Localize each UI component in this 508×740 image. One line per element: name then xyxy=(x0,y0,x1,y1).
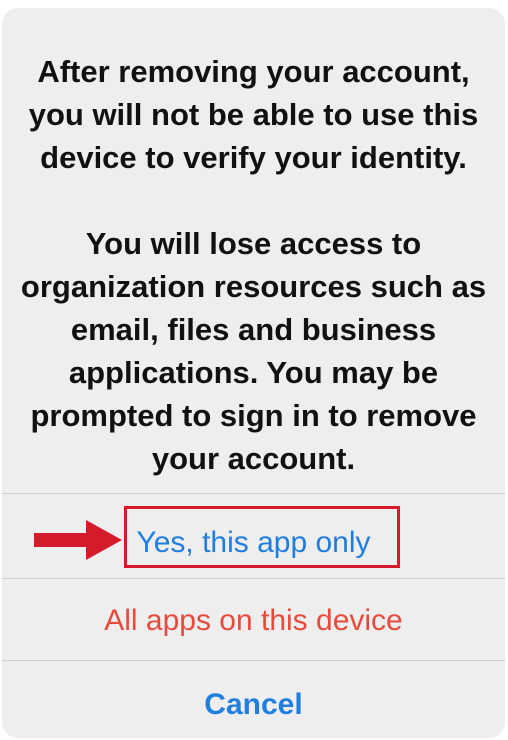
warning-paragraph-2: You will lose access to organization res… xyxy=(20,226,487,476)
divider-bottom xyxy=(2,660,505,661)
arrow-right-icon xyxy=(34,520,122,560)
cancel-label: Cancel xyxy=(204,688,303,721)
warning-paragraph-1: After removing your account, you will no… xyxy=(28,54,479,175)
remove-account-action-sheet: After removing your account, you will no… xyxy=(2,8,505,738)
yes-this-app-only-label: Yes, this app only xyxy=(136,526,371,559)
divider-middle xyxy=(2,578,505,579)
divider-top xyxy=(2,493,505,494)
all-apps-on-this-device-label: All apps on this device xyxy=(104,604,403,637)
cancel-button[interactable]: Cancel xyxy=(2,664,505,738)
all-apps-on-this-device-button[interactable]: All apps on this device xyxy=(2,580,505,662)
warning-message: After removing your account, you will no… xyxy=(2,50,505,480)
